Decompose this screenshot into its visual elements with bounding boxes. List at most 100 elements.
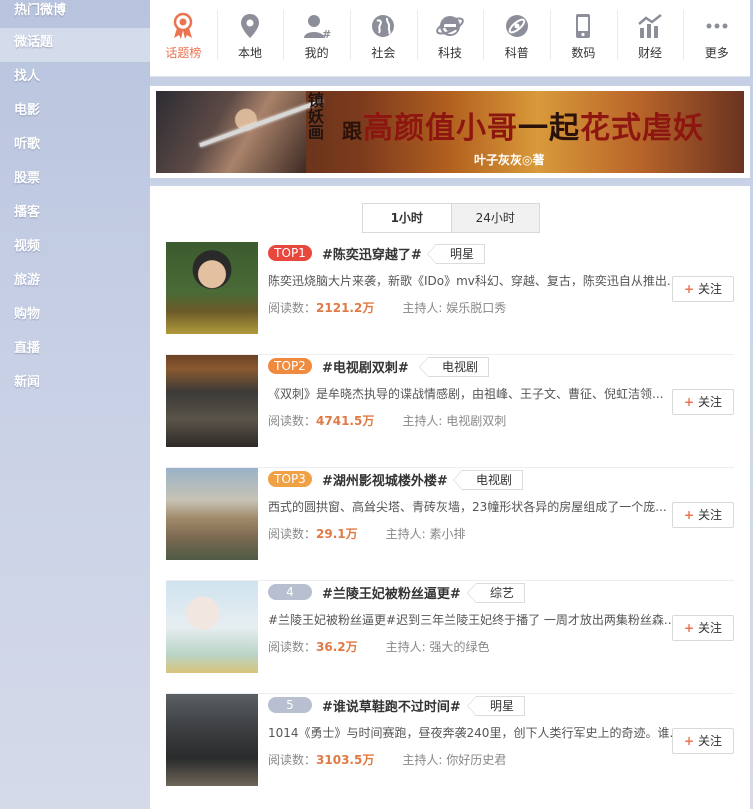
- category-local[interactable]: 本地: [216, 0, 284, 76]
- category-label: 更多: [704, 46, 729, 60]
- host-label: 主持人:: [402, 414, 443, 428]
- rank-badge: TOP3: [268, 471, 312, 487]
- plus-icon: +: [683, 734, 695, 748]
- plus-icon: +: [683, 508, 695, 522]
- topic-description: 西式的圆拱窗、高耸尖塔、青砖灰墙，23幢形状各异的房屋组成了一个庞...: [268, 500, 667, 514]
- banner-text-b: 高颜值小哥: [363, 111, 518, 146]
- host-name[interactable]: 电视剧双刺: [446, 414, 506, 428]
- topic-meta: 阅读数：36.2万 主持人: 强大的绿色: [268, 638, 490, 655]
- reads-count: 36.2万: [316, 640, 358, 654]
- topic-thumbnail: [166, 242, 258, 334]
- topic-title[interactable]: #电视剧双刺#: [322, 357, 409, 376]
- follow-button[interactable]: + 关注: [672, 615, 734, 641]
- host-name[interactable]: 娱乐脱口秀: [446, 301, 506, 315]
- sidebar-item-video[interactable]: 视频: [0, 232, 150, 266]
- follow-label: 关注: [698, 621, 723, 635]
- banner-author: 叶子灰灰◎著: [474, 153, 545, 167]
- category-tech[interactable]: 科技: [416, 0, 484, 76]
- topic-tag[interactable]: 明星: [466, 696, 526, 716]
- follow-button[interactable]: + 关注: [672, 389, 734, 415]
- category-science[interactable]: 科普: [483, 0, 550, 76]
- sidebar-item-live[interactable]: 直播: [0, 334, 150, 368]
- plus-icon: +: [683, 282, 695, 296]
- topic-row[interactable]: TOP2 #电视剧双刺# 电视剧 《双刺》是牟晓杰执导的谍战情感剧，由祖峰、王子…: [150, 355, 750, 468]
- host-label: 主持人:: [385, 527, 426, 541]
- rank-badge: TOP2: [268, 358, 312, 374]
- topic-row[interactable]: 4 #兰陵王妃被粉丝逼更# 综艺 #兰陵王妃被粉丝逼更#迟到三年兰陵王妃终于播了…: [150, 581, 750, 694]
- host-name[interactable]: 素小排: [430, 527, 466, 541]
- promo-banner[interactable]: 镇妖画 跟高颜值小哥一起花式虐妖 叶子灰灰◎著: [156, 91, 744, 173]
- sidebar-item-hot-weibo[interactable]: 热门微博: [0, 0, 150, 28]
- tab-24-hours[interactable]: 24小时: [452, 204, 540, 232]
- category-finance[interactable]: 财经: [616, 0, 684, 76]
- science-icon: [505, 15, 528, 37]
- topic-description: 陈奕迅烧脑大片来袭，新歌《IDo》mv科幻、穿越、复古，陈奕迅自从推出...: [268, 274, 673, 288]
- category-society[interactable]: 社会: [350, 0, 417, 76]
- sidebar-item-topics[interactable]: 微话题: [0, 28, 150, 62]
- sidebar-item-news[interactable]: 新闻: [0, 368, 150, 402]
- topic-row[interactable]: TOP3 #湖州影视城楼外楼# 电视剧 西式的圆拱窗、高耸尖塔、青砖灰墙，23幢…: [150, 468, 750, 581]
- host-label: 主持人:: [402, 301, 443, 315]
- topic-tag[interactable]: 电视剧: [452, 470, 524, 490]
- topic-tag[interactable]: 综艺: [466, 583, 526, 603]
- tab-1-hour[interactable]: 1小时: [363, 204, 452, 232]
- reads-count: 2121.2万: [316, 301, 375, 315]
- topic-row[interactable]: TOP1 #陈奕迅穿越了# 明星 陈奕迅烧脑大片来袭，新歌《IDo》mv科幻、穿…: [150, 242, 750, 355]
- category-label: 话题榜: [165, 46, 202, 60]
- reads-count: 4741.5万: [316, 414, 375, 428]
- topic-description: 1014《勇士》与时间赛跑，昼夜奔袭240里，创下人类行军史上的奇迹。谁...: [268, 726, 673, 740]
- topic-row[interactable]: 5 #谁说草鞋跑不过时间# 明星 1014《勇士》与时间赛跑，昼夜奔袭240里，…: [150, 694, 750, 807]
- plus-icon: +: [683, 395, 695, 409]
- topic-title[interactable]: #谁说草鞋跑不过时间#: [322, 696, 461, 715]
- sidebar-item-music[interactable]: 听歌: [0, 130, 150, 164]
- reads-count: 29.1万: [316, 527, 358, 541]
- sidebar-item-shopping[interactable]: 购物: [0, 300, 150, 334]
- globe-icon: [372, 15, 395, 37]
- sidebar-item-movies[interactable]: 电影: [0, 96, 150, 130]
- category-bar: 话题榜 本地 # 我的 社会 科技 科普 数码 财经 更多: [150, 0, 750, 77]
- host-label: 主持人:: [402, 753, 443, 767]
- sidebar-item-travel[interactable]: 旅游: [0, 266, 150, 300]
- category-digital[interactable]: 数码: [550, 0, 617, 76]
- follow-button[interactable]: + 关注: [672, 502, 734, 528]
- rank-badge: 5: [268, 697, 312, 713]
- category-topic-rank[interactable]: 话题榜: [150, 0, 217, 76]
- topic-thumbnail: [166, 468, 258, 560]
- banner-text-a: 跟: [342, 119, 363, 143]
- category-label: 数码: [571, 46, 596, 60]
- topic-tag[interactable]: 明星: [426, 244, 486, 264]
- category-label: 本地: [238, 46, 263, 60]
- follow-label: 关注: [698, 282, 723, 296]
- follow-button[interactable]: + 关注: [672, 276, 734, 302]
- category-more[interactable]: 更多: [683, 0, 750, 76]
- category-label: 我的: [304, 46, 329, 60]
- banner-left-text: 镇妖画: [308, 91, 325, 142]
- reads-label: 阅读数：: [268, 414, 317, 428]
- time-range-tabs: 1小时 24小时: [362, 203, 540, 233]
- topic-title[interactable]: #湖州影视城楼外楼#: [322, 470, 448, 489]
- more-dots-icon: [706, 23, 728, 29]
- topic-title[interactable]: #陈奕迅穿越了#: [322, 244, 422, 263]
- host-name[interactable]: 你好历史君: [446, 753, 506, 767]
- user-hash-icon: #: [303, 15, 331, 40]
- host-label: 主持人:: [385, 640, 426, 654]
- host-name[interactable]: 强大的绿色: [430, 640, 490, 654]
- sidebar-item-podcast[interactable]: 播客: [0, 198, 150, 232]
- reads-label: 阅读数：: [268, 301, 317, 315]
- topic-title[interactable]: #兰陵王妃被粉丝逼更#: [322, 583, 461, 602]
- follow-label: 关注: [698, 734, 723, 748]
- svg-text:#: #: [322, 28, 331, 40]
- phone-icon: [576, 14, 591, 38]
- topic-thumbnail: [166, 581, 258, 673]
- topic-tag[interactable]: 电视剧: [418, 357, 490, 377]
- topic-thumbnail: [166, 355, 258, 447]
- sidebar-item-stocks[interactable]: 股票: [0, 164, 150, 198]
- sidebar-item-find-people[interactable]: 找人: [0, 62, 150, 96]
- topic-thumbnail: [166, 694, 258, 786]
- category-mine[interactable]: # 我的: [283, 0, 350, 76]
- medal-icon: [174, 12, 193, 39]
- follow-button[interactable]: + 关注: [672, 728, 734, 754]
- banner-headline: 跟高颜值小哥一起花式虐妖: [342, 103, 704, 147]
- rank-badge: 4: [268, 584, 312, 600]
- banner-text-d: 花式虐妖: [580, 111, 704, 146]
